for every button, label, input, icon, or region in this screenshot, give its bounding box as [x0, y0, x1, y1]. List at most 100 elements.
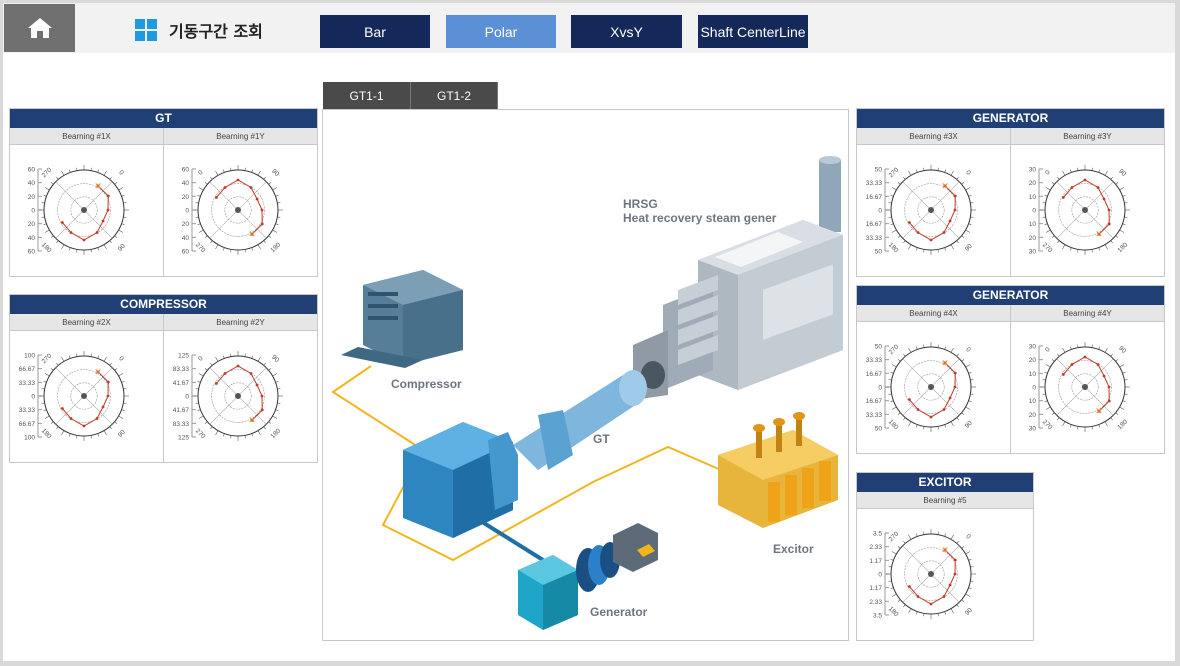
trace-point — [948, 396, 952, 400]
trace-point — [1061, 196, 1065, 199]
trace-point — [929, 238, 933, 242]
tick-label: 0 — [31, 394, 35, 401]
tick-label: 0 — [878, 572, 882, 579]
trace-point — [106, 194, 110, 198]
home-button[interactable] — [4, 4, 75, 52]
angle-label: 90 — [270, 354, 280, 364]
trace-point — [214, 382, 218, 385]
polar-chart: 50 33.33 16.67 0 16.67 33.33 50 270 0 90 180 ✕ — [866, 165, 976, 256]
trace-point — [1107, 222, 1111, 226]
trace-point — [82, 424, 86, 428]
panel-excitor: EXCITOR Bearning #5 3.5 2.33 1.17 0 1.17 2.33… — [856, 472, 1034, 641]
trace-point — [929, 415, 933, 419]
trace-point — [953, 385, 957, 389]
tick-label: 10 — [1029, 371, 1037, 378]
tick-label: 20 — [1029, 412, 1037, 419]
trace-point — [260, 222, 264, 226]
start-marker-icon: ✕ — [941, 182, 949, 192]
angle-label: 0 — [1044, 169, 1052, 177]
center-marker — [235, 207, 241, 213]
tick-label: 125 — [178, 435, 189, 442]
tick-label: 83.33 — [173, 421, 190, 428]
tick-label: 50 — [875, 426, 883, 433]
angle-label: 0 — [197, 169, 205, 177]
panel-gt: GT Bearning #1X Bearning #1Y 60 40 20 0 20 40… — [9, 108, 318, 277]
plot-label: Bearning #4Y — [1010, 305, 1164, 321]
trace-point — [1102, 374, 1106, 378]
trace-point — [953, 371, 957, 375]
tab-xvsy[interactable]: XvsY — [571, 15, 682, 48]
trace-point — [1061, 373, 1065, 376]
angle-label: 270 — [41, 166, 54, 179]
trace-point — [249, 186, 253, 189]
polar-plot-bearing-5: 3.5 2.33 1.17 0 1.17 2.33 3.5 270 0 90 180 ✕ — [857, 509, 1033, 640]
trace-point — [953, 558, 957, 562]
tick-label: 0 — [185, 394, 189, 401]
panel-generator-4: GENERATOR Bearning #4X Bearning #4Y 50 33… — [856, 285, 1165, 454]
polar-plot-bearing-4x: 50 33.33 16.67 0 16.67 33.33 50 270 0 90 180 ✕ — [857, 322, 1010, 453]
tick-label: 20 — [28, 221, 36, 228]
tick-label: 0 — [878, 208, 882, 215]
polar-plot-bearing-2x: 100 66.67 33.33 0 33.33 66.67 100 270 0 90 180 ✕ — [10, 331, 163, 462]
tick-label: 20 — [1029, 235, 1037, 242]
tab-gt1-2[interactable]: GT1-2 — [411, 82, 498, 109]
trace-point — [1070, 186, 1074, 189]
tick-label: 33.33 — [866, 357, 883, 364]
trace-point — [260, 394, 264, 398]
tick-label: 60 — [182, 249, 190, 256]
angle-label: 0 — [1044, 346, 1052, 354]
tick-label: 60 — [28, 249, 36, 256]
trace-point — [95, 417, 99, 420]
trace-point — [260, 208, 264, 212]
hrsg-label: HRSG — [623, 197, 658, 211]
unit-tabs: GT1-1 GT1-2 — [323, 82, 498, 109]
tab-polar[interactable]: Polar — [446, 15, 556, 48]
angle-label: 270 — [888, 530, 901, 543]
tick-label: 0 — [31, 208, 35, 215]
angle-label: 270 — [888, 343, 901, 356]
polar-chart: 30 20 10 0 10 20 30 0 90 180 270 ✕ — [1029, 165, 1130, 256]
angle-label: 270 — [1041, 242, 1054, 255]
angle-label: 180 — [887, 242, 900, 255]
app-frame: 기동구간 조회 Bar Polar XvsY Shaft CenterLine … — [3, 3, 1175, 661]
polar-plot-bearing-1x: 60 40 20 0 20 40 60 270 0 90 180 ✕ — [10, 145, 163, 276]
trace-point — [929, 602, 933, 606]
angle-label: 180 — [270, 241, 283, 254]
tick-label: 30 — [1029, 344, 1037, 351]
tick-label: 40 — [28, 235, 36, 242]
polar-chart: 100 66.67 33.33 0 33.33 66.67 100 270 0 90 180 ✕ — [19, 351, 129, 442]
tick-label: 33.33 — [866, 412, 883, 419]
tab-bar[interactable]: Bar — [320, 15, 430, 48]
tick-label: 16.67 — [866, 194, 883, 201]
trace-point — [1096, 186, 1100, 189]
tab-gt1-1[interactable]: GT1-1 — [323, 82, 411, 109]
angle-label: 180 — [1117, 418, 1130, 431]
tick-label: 0 — [1032, 208, 1036, 215]
polar-plot-bearing-1y: 60 40 20 0 20 40 60 0 90 180 270 ✕ — [163, 145, 317, 276]
panel-title: GT — [10, 109, 317, 128]
angle-label: 90 — [964, 607, 974, 617]
tick-label: 10 — [1029, 221, 1037, 228]
top-bar: 기동구간 조회 Bar Polar XvsY Shaft CenterLine — [3, 3, 1175, 53]
angle-label: 270 — [41, 352, 54, 365]
tick-label: 40 — [182, 180, 190, 187]
tick-label: 30 — [1029, 426, 1037, 433]
trace-point — [916, 408, 920, 411]
trace-point — [249, 372, 253, 375]
trace-point — [1107, 399, 1111, 403]
angle-label: 0 — [964, 169, 972, 177]
tab-shaft-centerline[interactable]: Shaft CenterLine — [698, 15, 808, 48]
trace-point — [916, 231, 920, 234]
tick-label: 40 — [28, 180, 36, 187]
polar-chart: 3.5 2.33 1.17 0 1.17 2.33 3.5 270 0 90 180 ✕ — [869, 529, 976, 620]
panel-title: GENERATOR — [857, 109, 1164, 128]
tick-label: 20 — [182, 194, 190, 201]
angle-label: 180 — [887, 606, 900, 619]
trace-point — [907, 221, 911, 224]
tick-label: 2.33 — [869, 599, 882, 606]
center-marker — [1082, 384, 1088, 390]
center-marker — [928, 571, 934, 577]
angle-label: 90 — [117, 429, 127, 439]
angle-label: 0 — [964, 346, 972, 354]
trace-point — [101, 405, 105, 409]
